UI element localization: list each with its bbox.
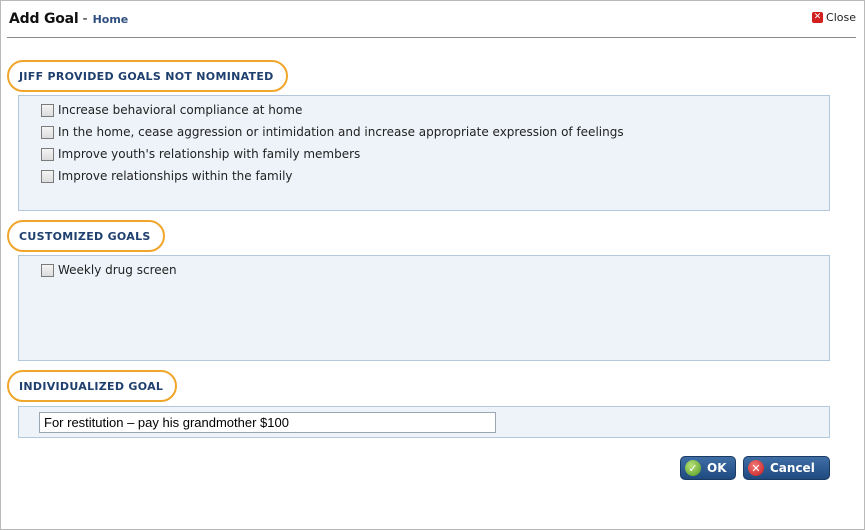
cancel-label: Cancel [770, 461, 815, 475]
goal-checkbox[interactable] [41, 125, 54, 139]
goal-checkbox[interactable] [41, 147, 54, 161]
goal-option-label: In the home, cease aggression or intimid… [58, 125, 624, 139]
goal-option-row[interactable]: Improve youth's relationship with family… [41, 147, 360, 161]
add-goal-dialog: Add Goal - Home ✕ Close JIFF PROVIDED GO… [0, 0, 865, 530]
header-divider [7, 37, 856, 38]
individualized-goal-heading: INDIVIDUALIZED GOAL [7, 370, 178, 402]
customized-goals-panel: Weekly drug screen [18, 255, 830, 361]
goal-option-row[interactable]: Increase behavioral compliance at home [41, 103, 302, 117]
goal-option-label: Improve youth's relationship with family… [58, 147, 361, 161]
dialog-subtitle: Home [92, 13, 129, 26]
custom-goal-checkbox[interactable] [41, 263, 54, 277]
goal-checkbox[interactable] [41, 103, 54, 117]
cancel-button[interactable]: ✕ Cancel [743, 456, 830, 480]
dialog-header: Add Goal - Home [9, 11, 128, 27]
ok-label: OK [707, 461, 727, 475]
customized-goals-heading: CUSTOMIZED GOALS [7, 220, 165, 252]
close-icon: ✕ [812, 12, 824, 23]
dialog-title: Add Goal [9, 11, 79, 27]
title-separator: - [82, 11, 88, 27]
ok-button[interactable]: ✓ OK [680, 456, 736, 480]
goal-option-label: Increase behavioral compliance at home [58, 103, 303, 117]
goal-option-row[interactable]: In the home, cease aggression or intimid… [41, 125, 624, 139]
goal-option-label: Improve relationships within the family [58, 169, 293, 183]
provided-goals-panel: Increase behavioral compliance at home I… [18, 95, 830, 211]
goal-checkbox[interactable] [41, 169, 54, 183]
custom-goal-row[interactable]: Weekly drug screen [41, 263, 177, 277]
individualized-goal-title: INDIVIDUALIZED GOAL [19, 379, 164, 393]
provided-goals-heading: JIFF PROVIDED GOALS NOT NOMINATED [7, 60, 288, 92]
close-button[interactable]: ✕ Close [812, 11, 856, 24]
individualized-goal-panel [18, 406, 830, 438]
checkmark-icon: ✓ [685, 460, 701, 476]
provided-goals-title: JIFF PROVIDED GOALS NOT NOMINATED [19, 69, 274, 83]
goal-option-row[interactable]: Improve relationships within the family [41, 169, 293, 183]
customized-goals-title: CUSTOMIZED GOALS [19, 229, 151, 243]
cancel-icon: ✕ [748, 460, 764, 476]
custom-goal-label: Weekly drug screen [58, 263, 177, 277]
individualized-goal-input[interactable] [39, 412, 496, 433]
close-label: Close [826, 11, 856, 24]
